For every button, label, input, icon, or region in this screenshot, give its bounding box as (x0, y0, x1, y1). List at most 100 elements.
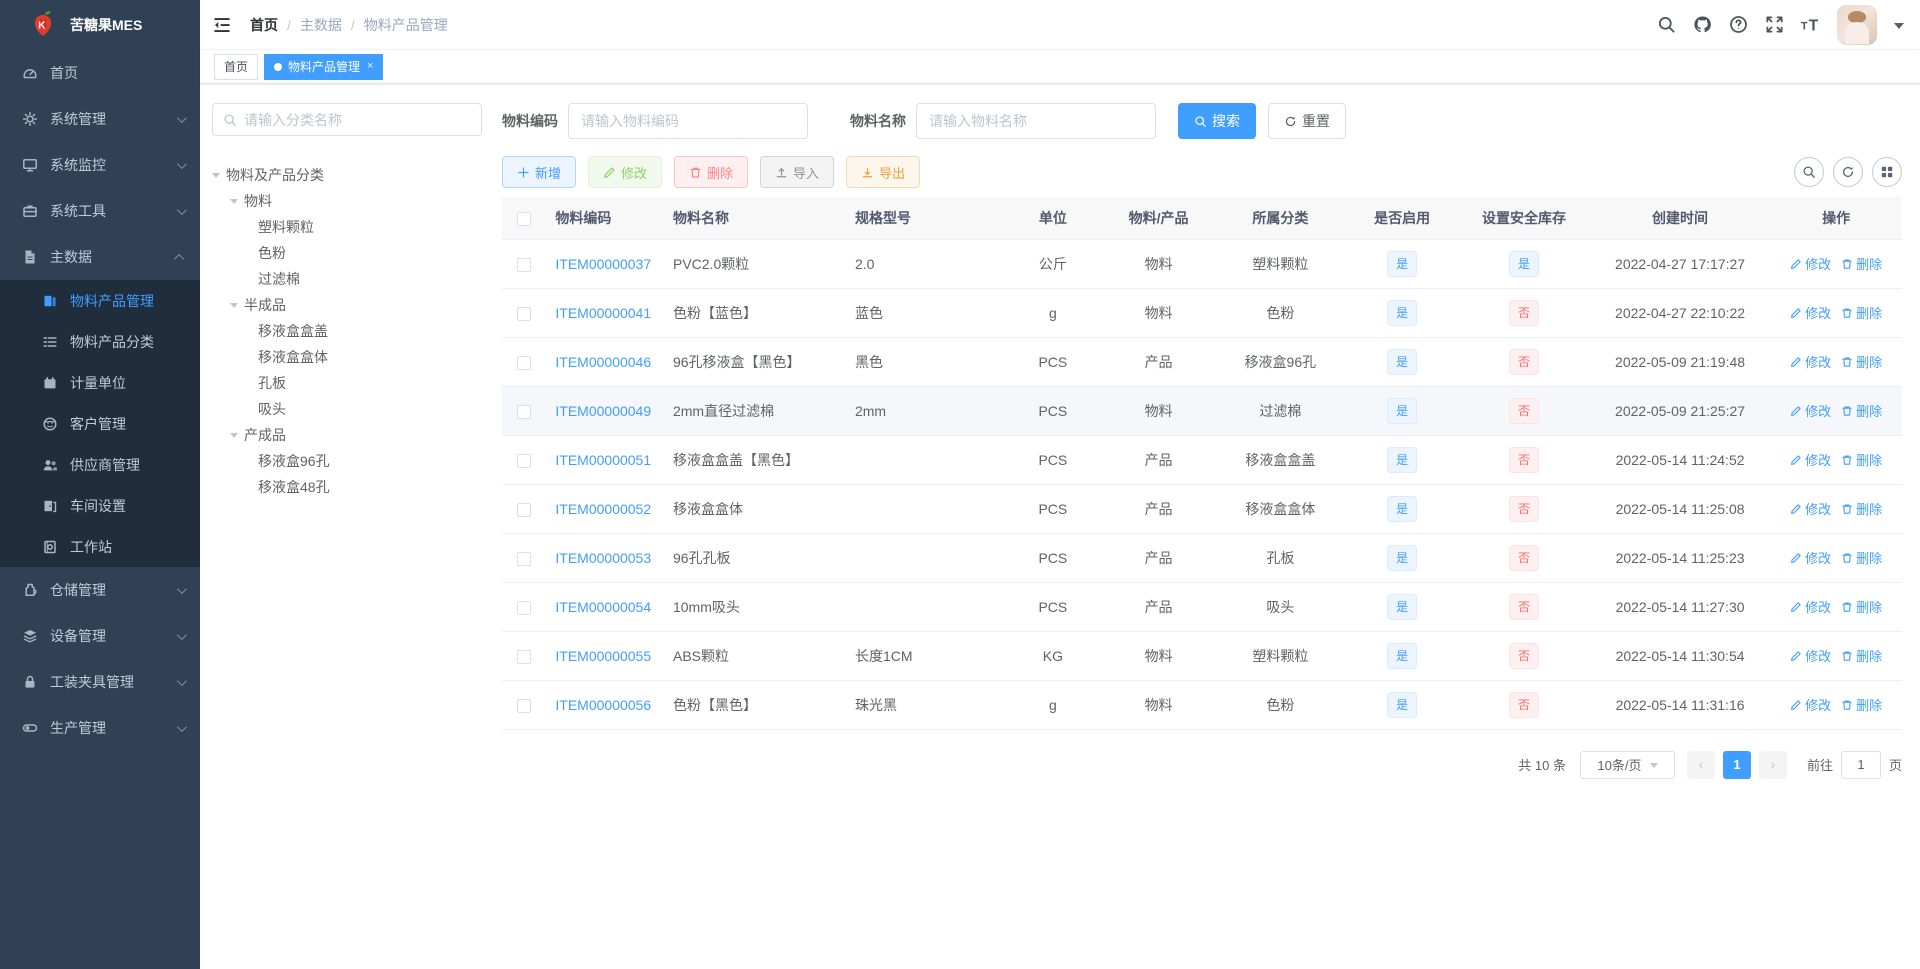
user-avatar[interactable] (1837, 4, 1877, 45)
tree-node[interactable]: 吸头 (212, 396, 482, 422)
row-checkbox[interactable] (516, 649, 531, 664)
material-code-link[interactable]: ITEM00000055 (555, 648, 651, 664)
sidebar-item[interactable]: 系统工具 (0, 188, 200, 234)
sidebar-item[interactable]: 首页 (0, 50, 200, 96)
row-checkbox[interactable] (516, 306, 531, 321)
material-code-link[interactable]: ITEM00000049 (555, 403, 651, 419)
material-code-link[interactable]: ITEM00000056 (555, 697, 651, 713)
breadcrumb-master-data[interactable]: 主数据 (300, 15, 342, 35)
tree-search-input[interactable] (244, 111, 471, 128)
tree-node[interactable]: 半成品 (212, 292, 482, 318)
sidebar-item[interactable]: 仓储管理 (0, 567, 200, 613)
sidebar-item[interactable]: 主数据 (0, 234, 200, 280)
select-all-checkbox[interactable] (516, 211, 531, 226)
row-delete-link[interactable]: 删除 (1841, 597, 1882, 616)
tree-node[interactable]: 移液盒盒盖 (212, 318, 482, 344)
row-edit-link[interactable]: 修改 (1790, 646, 1831, 665)
tree-node[interactable]: 产成品 (212, 422, 482, 448)
edit-button[interactable]: 修改 (588, 156, 663, 188)
row-edit-link[interactable]: 修改 (1790, 303, 1831, 322)
tree-node[interactable]: 移液盒96孔 (212, 448, 482, 474)
goto-page-input[interactable] (1840, 750, 1881, 779)
material-code-link[interactable]: ITEM00000041 (555, 305, 651, 321)
next-page-button[interactable]: › (1758, 750, 1787, 779)
row-delete-link[interactable]: 删除 (1841, 352, 1882, 371)
row-delete-link[interactable]: 删除 (1841, 646, 1882, 665)
row-edit-link[interactable]: 修改 (1790, 254, 1831, 273)
material-code-link[interactable]: ITEM00000054 (555, 599, 651, 615)
reset-button[interactable]: 重置 (1268, 103, 1346, 139)
add-button[interactable]: 新增 (502, 156, 577, 188)
sidebar-subitem[interactable]: 计量单位 (0, 362, 200, 403)
github-icon[interactable] (1693, 15, 1712, 34)
tree-node[interactable]: 移液盒盒体 (212, 344, 482, 370)
tab-material-product[interactable]: 物料产品管理 × (264, 53, 384, 80)
delete-button[interactable]: 删除 (674, 156, 749, 188)
export-button[interactable]: 导出 (846, 156, 921, 188)
refresh-table-button[interactable] (1833, 157, 1863, 187)
page-number-button[interactable]: 1 (1722, 750, 1751, 779)
show-search-button[interactable] (1794, 157, 1824, 187)
sidebar-subitem[interactable]: 物料产品分类 (0, 321, 200, 362)
tree-expand-icon[interactable] (212, 172, 220, 182)
row-edit-link[interactable]: 修改 (1790, 401, 1831, 420)
sidebar-subitem[interactable]: 物料产品管理 (0, 280, 200, 321)
material-code-input[interactable] (568, 103, 808, 139)
tab-close-icon[interactable]: × (367, 61, 373, 72)
column-settings-button[interactable] (1872, 157, 1902, 187)
tree-node[interactable]: 色粉 (212, 240, 482, 266)
app-logo[interactable]: K 苦糖果MES (0, 0, 200, 50)
sidebar-subitem[interactable]: 车间设置 (0, 485, 200, 526)
tree-node[interactable]: 物料及产品分类 (212, 162, 482, 188)
row-checkbox[interactable] (516, 600, 531, 615)
font-size-icon[interactable]: TT (1801, 15, 1820, 34)
sidebar-subitem[interactable]: 工作站 (0, 526, 200, 567)
tree-node[interactable]: 孔板 (212, 370, 482, 396)
material-code-link[interactable]: ITEM00000046 (555, 354, 651, 370)
row-edit-link[interactable]: 修改 (1790, 597, 1831, 616)
import-button[interactable]: 导入 (760, 156, 835, 188)
material-code-link[interactable]: ITEM00000051 (555, 452, 651, 468)
tree-expand-icon[interactable] (230, 432, 238, 442)
row-delete-link[interactable]: 删除 (1841, 401, 1882, 420)
row-delete-link[interactable]: 删除 (1841, 450, 1882, 469)
row-checkbox[interactable] (516, 257, 531, 272)
tree-node[interactable]: 塑料颗粒 (212, 214, 482, 240)
row-edit-link[interactable]: 修改 (1790, 548, 1831, 567)
tree-expand-icon[interactable] (230, 302, 238, 312)
material-code-link[interactable]: ITEM00000052 (555, 501, 651, 517)
sidebar-item[interactable]: 系统监控 (0, 142, 200, 188)
material-code-link[interactable]: ITEM00000037 (555, 256, 651, 272)
help-icon[interactable] (1729, 15, 1748, 34)
user-menu-caret-icon[interactable] (1894, 23, 1904, 34)
row-delete-link[interactable]: 删除 (1841, 499, 1882, 518)
sidebar-toggle-icon[interactable] (212, 15, 232, 35)
row-delete-link[interactable]: 删除 (1841, 254, 1882, 273)
header-search-icon[interactable] (1657, 15, 1676, 34)
sidebar-subitem[interactable]: 供应商管理 (0, 444, 200, 485)
row-checkbox[interactable] (516, 551, 531, 566)
fullscreen-icon[interactable] (1765, 15, 1784, 34)
row-checkbox[interactable] (516, 453, 531, 468)
row-checkbox[interactable] (516, 502, 531, 517)
row-edit-link[interactable]: 修改 (1790, 352, 1831, 371)
row-delete-link[interactable]: 删除 (1841, 303, 1882, 322)
material-code-link[interactable]: ITEM00000053 (555, 550, 651, 566)
search-button[interactable]: 搜索 (1178, 103, 1256, 139)
row-checkbox[interactable] (516, 355, 531, 370)
row-checkbox[interactable] (516, 698, 531, 713)
tree-node[interactable]: 过滤棉 (212, 266, 482, 292)
row-edit-link[interactable]: 修改 (1790, 450, 1831, 469)
tree-expand-icon[interactable] (230, 198, 238, 208)
page-size-select[interactable]: 10条/页 (1579, 750, 1675, 779)
prev-page-button[interactable]: ‹ (1686, 750, 1715, 779)
sidebar-item[interactable]: 生产管理 (0, 705, 200, 751)
row-checkbox[interactable] (516, 404, 531, 419)
sidebar-subitem[interactable]: 客户管理 (0, 403, 200, 444)
row-edit-link[interactable]: 修改 (1790, 499, 1831, 518)
tree-node[interactable]: 物料 (212, 188, 482, 214)
sidebar-item[interactable]: 设备管理 (0, 613, 200, 659)
row-delete-link[interactable]: 删除 (1841, 695, 1882, 714)
sidebar-item[interactable]: 工装夹具管理 (0, 659, 200, 705)
breadcrumb-home[interactable]: 首页 (250, 15, 278, 35)
